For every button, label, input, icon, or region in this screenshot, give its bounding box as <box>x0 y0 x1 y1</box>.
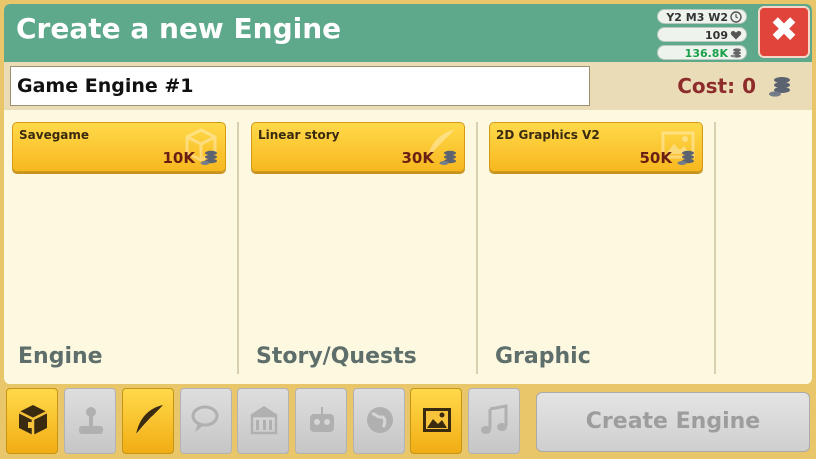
create-engine-button[interactable]: Create Engine <box>536 392 810 452</box>
tab-sound[interactable] <box>468 388 520 454</box>
coins-icon <box>730 47 742 59</box>
card-name: 2D Graphics V2 <box>496 128 600 142</box>
2d-graphics-card[interactable]: 2D Graphics V2 50K <box>489 122 703 172</box>
music-note-icon <box>481 404 508 434</box>
dialog-title: Create a new Engine <box>16 12 342 45</box>
tab-ai[interactable] <box>295 388 347 454</box>
close-button[interactable]: ✖ <box>758 6 810 58</box>
card-name: Linear story <box>258 128 340 142</box>
picture-icon <box>423 408 451 432</box>
tab-engine[interactable] <box>6 388 58 454</box>
close-icon: ✖ <box>769 10 799 50</box>
coins-icon <box>769 77 790 97</box>
tab-story-quests[interactable] <box>122 388 174 454</box>
cost-label: Cost: 0 <box>677 74 756 98</box>
linear-story-card[interactable]: Linear story 30K <box>251 122 465 172</box>
globe-icon <box>367 407 393 433</box>
card-cost: 30K <box>401 149 435 167</box>
money-stat: 136.8K <box>657 45 747 60</box>
coins-icon <box>677 150 694 165</box>
tab-graphic[interactable] <box>410 388 462 454</box>
tab-level-design[interactable] <box>237 388 289 454</box>
building-icon <box>250 406 278 435</box>
column-divider <box>714 122 716 374</box>
column-label-story-quests: Story/Quests <box>256 344 417 369</box>
card-cost: 50K <box>639 149 673 167</box>
tab-gameplay[interactable] <box>64 388 116 454</box>
column-label-graphic: Graphic <box>495 344 591 369</box>
tab-dialogs[interactable] <box>180 388 232 454</box>
heart-icon <box>730 29 742 41</box>
card-name: Savegame <box>19 128 90 142</box>
joystick-icon <box>79 407 103 434</box>
fans-stat: 109 <box>657 27 747 42</box>
date-stat: Y2 M3 W2 <box>657 9 747 24</box>
card-cost: 10K <box>162 149 196 167</box>
column-divider <box>476 122 478 374</box>
robot-icon <box>310 407 334 432</box>
date-value: Y2 M3 W2 <box>666 11 728 24</box>
clock-icon <box>730 11 742 23</box>
savegame-card[interactable]: Savegame 10K <box>12 122 226 172</box>
engine-cube-icon <box>18 405 48 435</box>
feather-quill-icon <box>135 405 163 436</box>
column-label-engine: Engine <box>18 344 103 369</box>
coins-icon <box>439 150 456 165</box>
coins-icon <box>200 150 217 165</box>
speech-bubble-icon <box>191 405 219 432</box>
money-value: 136.8K <box>684 47 728 60</box>
engine-name-input[interactable]: Game Engine #1 <box>10 66 590 106</box>
tab-world-design[interactable] <box>353 388 405 454</box>
column-divider <box>237 122 239 374</box>
fans-value: 109 <box>705 29 728 42</box>
